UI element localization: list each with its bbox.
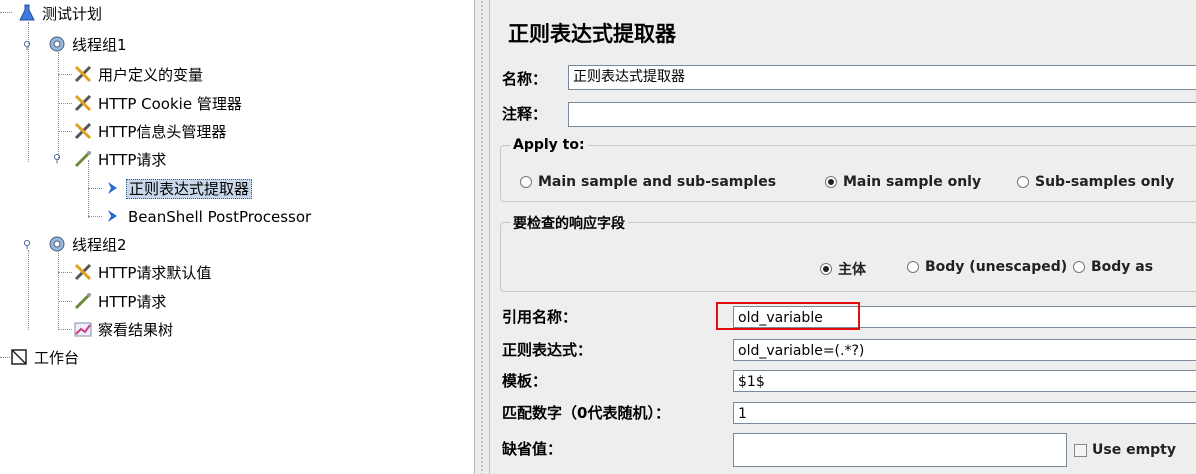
tree-connector [58, 329, 72, 330]
wrench-icon [74, 263, 92, 281]
tree-connector [58, 52, 59, 160]
name-label: 名称： [502, 70, 548, 88]
template-label: 模板： [502, 372, 548, 390]
pipette-icon [74, 150, 92, 168]
arrow-icon [104, 179, 122, 197]
match-number-field[interactable]: 1 [733, 402, 1196, 424]
tree-connector [58, 74, 72, 75]
radio-sub-only[interactable]: Sub-samples only [1017, 174, 1174, 190]
gear-icon [48, 235, 66, 253]
tree-node-cookie-manager[interactable]: HTTP Cookie 管理器 [74, 92, 244, 114]
default-value-field[interactable] [733, 433, 1067, 467]
radio-main-only[interactable]: Main sample only [825, 174, 981, 190]
expand-handle[interactable]: ⚲ [22, 239, 32, 250]
tree-node-beanshell-postprocessor[interactable]: BeanShell PostProcessor [104, 205, 313, 227]
split-pane-divider[interactable] [475, 0, 490, 474]
test-plan-tree[interactable]: ⚲ ⚲ ⚲ 测试计划 线程组1 用户定义的变量 HTTP Cookie 管理器 … [0, 0, 475, 474]
chart-icon [74, 320, 92, 338]
tree-connector [58, 131, 72, 132]
page-title: 正则表达式提取器 [508, 22, 676, 46]
regex-field[interactable]: old_variable=(.*?) [733, 339, 1196, 361]
reference-name-label: 引用名称： [502, 308, 578, 326]
match-number-label: 匹配数字（0代表随机）： [502, 404, 670, 422]
wrench-icon [74, 122, 92, 140]
radio-body[interactable]: 主体 [820, 259, 866, 279]
tree-connector [88, 188, 102, 189]
tree-node-http-defaults[interactable]: HTTP请求默认值 [74, 261, 213, 283]
tree-connector [0, 12, 12, 13]
tree-node-http-request[interactable]: HTTP请求 [74, 148, 168, 170]
arrow-icon [104, 207, 122, 225]
wrench-icon [74, 65, 92, 83]
tree-node-workbench[interactable]: 工作台 [10, 346, 81, 368]
tree-node-header-manager[interactable]: HTTP信息头管理器 [74, 120, 228, 142]
expand-handle[interactable]: ⚲ [52, 153, 62, 164]
gear-icon [48, 35, 66, 53]
tree-node-test-plan[interactable]: 测试计划 [18, 2, 104, 24]
flask-icon [18, 4, 36, 22]
radio-body-unescaped[interactable]: Body (unescaped) [907, 259, 1067, 275]
response-field-title: 要检查的响应字段 [510, 213, 628, 233]
pipette-icon [74, 292, 92, 310]
name-field[interactable]: 正则表达式提取器 [568, 65, 1196, 90]
template-field[interactable]: $1$ [733, 370, 1196, 392]
tree-node-user-variables[interactable]: 用户定义的变量 [74, 63, 205, 85]
tree-connector [58, 301, 72, 302]
tree-connector [58, 103, 72, 104]
tree-node-results-tree[interactable]: 察看结果树 [74, 318, 175, 340]
use-empty-checkbox[interactable]: Use empty [1074, 442, 1176, 458]
highlight-box [716, 302, 860, 330]
workbench-icon [10, 348, 28, 366]
tree-connector [88, 216, 102, 217]
tree-node-regex-extractor[interactable]: 正则表达式提取器 [104, 177, 253, 199]
tree-connector [58, 272, 72, 273]
comment-field[interactable] [568, 102, 1196, 127]
wrench-icon [74, 94, 92, 112]
comment-label: 注释： [502, 105, 548, 123]
expand-handle[interactable]: ⚲ [22, 40, 32, 51]
radio-body-as[interactable]: Body as [1073, 259, 1153, 275]
tree-node-http-request-2[interactable]: HTTP请求 [74, 290, 168, 312]
tree-connector [58, 250, 59, 330]
radio-main-and-sub[interactable]: Main sample and sub-samples [520, 174, 776, 190]
tree-connector [28, 250, 29, 330]
default-value-label: 缺省值： [502, 440, 563, 458]
regex-label: 正则表达式： [502, 341, 593, 359]
apply-to-title: Apply to: [510, 137, 588, 153]
tree-node-thread-group-2[interactable]: 线程组2 [48, 233, 129, 255]
tree-node-thread-group-1[interactable]: 线程组1 [48, 33, 129, 55]
regex-extractor-panel: 正则表达式提取器 名称： 正则表达式提取器 注释： Apply to: Main… [490, 0, 1196, 474]
